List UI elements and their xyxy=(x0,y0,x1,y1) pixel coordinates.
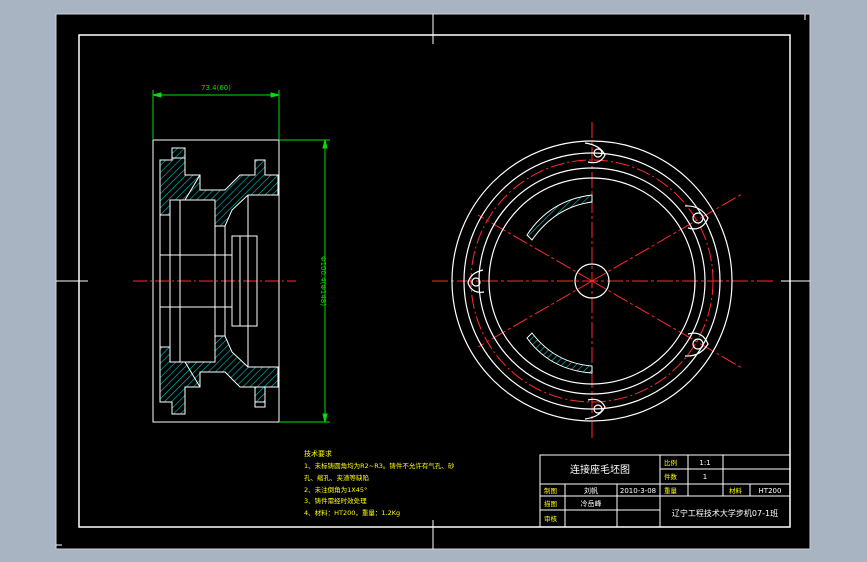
scale-value: 1:1 xyxy=(699,459,710,467)
dim-width-label: 73.4(60) xyxy=(201,84,231,92)
school-name: 辽宁工程技术大学步机07-1班 xyxy=(672,508,778,518)
drawing-title: 连接座毛坯图 xyxy=(570,463,630,476)
tech-req-heading: 技术要求 xyxy=(304,449,332,458)
drawn-label: 制图 xyxy=(544,486,557,495)
tech-req-line-2: 孔、缩孔、夹渣等缺陷 xyxy=(304,473,369,482)
weight-label: 重量 xyxy=(664,487,678,495)
dim-height-label: Φ100.4(Φ148) xyxy=(319,256,327,306)
tech-req-line-4: 3、铸件需经时效处理 xyxy=(304,496,367,505)
tech-req-line-5: 4、材料：HT200，重量：1.2Kg xyxy=(304,508,400,517)
scale-label: 比例 xyxy=(664,458,677,467)
material-value: HT200 xyxy=(759,487,782,495)
design-label: 描图 xyxy=(544,499,557,508)
check-label: 审核 xyxy=(544,514,558,523)
qty-label: 件数 xyxy=(664,472,678,481)
drawn-date: 2010-3-08 xyxy=(620,487,656,495)
tech-req-line-3: 2、未注倒角为1X45° xyxy=(304,485,367,494)
material-label: 材料 xyxy=(729,486,743,495)
cad-viewport[interactable]: 73.4(60) Φ100.4(Φ148) 技术要求 1、未标铸圆角均为R2~R… xyxy=(0,0,867,562)
qty-value: 1 xyxy=(703,473,707,481)
drawn-name: 刘帆 xyxy=(584,486,598,495)
tech-req-line-1: 1、未标铸圆角均为R2~R3。铸件不允许有气孔、砂 xyxy=(304,461,455,470)
design-name: 冷岳峰 xyxy=(581,499,602,508)
cad-drawing-canvas[interactable]: 73.4(60) Φ100.4(Φ148) 技术要求 1、未标铸圆角均为R2~R… xyxy=(0,0,867,562)
